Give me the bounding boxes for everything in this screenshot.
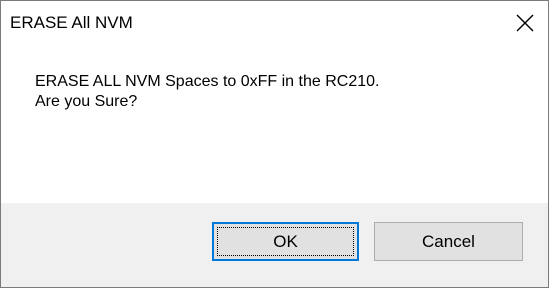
close-button[interactable]: [502, 1, 548, 45]
focus-rectangle: [217, 227, 354, 256]
ok-button[interactable]: OK: [212, 222, 359, 261]
window-title: ERASE All NVM: [10, 13, 133, 32]
dialog-message: ERASE ALL NVM Spaces to 0xFF in the RC21…: [35, 72, 379, 112]
close-icon: [516, 14, 534, 32]
cancel-button-label: Cancel: [422, 231, 475, 251]
button-bar: OK Cancel: [1, 203, 548, 287]
message-dialog: ERASE All NVM ERASE ALL NVM Spaces to 0x…: [0, 0, 549, 288]
cancel-button[interactable]: Cancel: [374, 222, 523, 261]
message-line-2: Are you Sure?: [35, 93, 138, 110]
message-line-1: ERASE ALL NVM Spaces to 0xFF in the RC21…: [35, 73, 380, 90]
dialog-content: [1, 45, 548, 203]
title-bar: ERASE All NVM: [1, 1, 548, 45]
